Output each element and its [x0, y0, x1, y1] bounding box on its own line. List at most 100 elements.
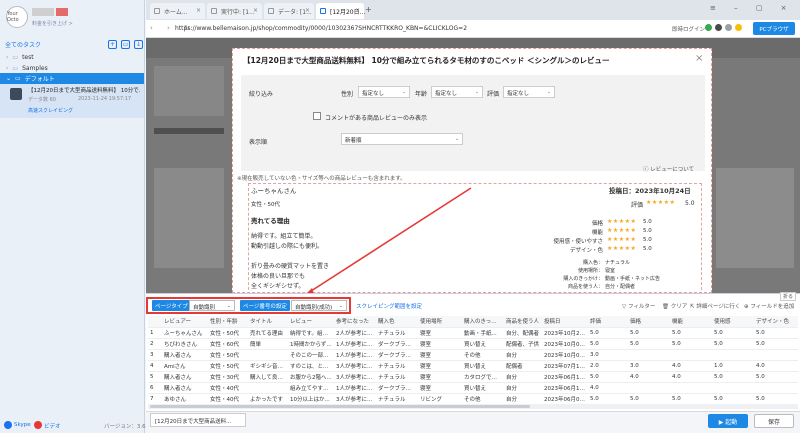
table-row[interactable]: 7あゆさん女性・40代よかったです10分以上はか...3人が参考になっ...ナチ…: [148, 393, 798, 405]
tab-label: ホーム...: [164, 9, 188, 16]
add-task-icon[interactable]: +: [108, 40, 117, 49]
clear-button[interactable]: 🗑 クリア: [662, 302, 687, 310]
instant-login-link[interactable]: 即時ログイン: [672, 25, 705, 33]
table-row[interactable]: 2ちびわきさん女性・60代簡単1時間かからず...1人が参考になっ...ダークブ…: [148, 338, 798, 350]
page-icon: [211, 8, 217, 14]
tree-item-default[interactable]: ⌄ ▭ デフォルト: [0, 73, 144, 84]
tree-item-label: デフォルト: [24, 76, 55, 83]
table-cell: 買い替え: [462, 382, 504, 394]
table-cell: 買い替え: [462, 360, 504, 372]
column-header[interactable]: [148, 316, 162, 328]
filter-button[interactable]: ▽ フィルター: [622, 302, 655, 310]
upgrade-link[interactable]: 料金を引き上げ >: [32, 20, 73, 27]
column-header[interactable]: 機能: [670, 316, 712, 328]
tree-item-test[interactable]: › ▭ test: [0, 52, 144, 63]
extension-green-icon[interactable]: [705, 24, 712, 31]
tab-home[interactable]: ホーム... ×: [150, 3, 205, 19]
detail-page-label: 詳細ページに行く: [696, 304, 741, 310]
table-row[interactable]: 4Amiさん女性・50代ギシギシ音が...すのこは、とて...3人が参考になっ.…: [148, 360, 798, 372]
table-row[interactable]: 6購入者さん女性・40代 組み立てやすく...1人が参考になっ...ダークブラウン…: [148, 382, 798, 394]
tree-item-label: test: [22, 54, 34, 61]
table-cell: 寝室: [418, 360, 462, 372]
extension-gray-icon[interactable]: [725, 24, 732, 31]
column-header[interactable]: 評価: [588, 316, 628, 328]
detail-page-button[interactable]: ⇱ 詳細ページに行く: [690, 302, 740, 310]
url-field[interactable]: https://www.bellemaison.jp/shop/commodit…: [175, 25, 467, 32]
column-header[interactable]: レビュアー: [162, 316, 208, 328]
close-icon[interactable]: ×: [305, 7, 310, 14]
column-header[interactable]: 使用感: [712, 316, 754, 328]
column-header[interactable]: 購入色: [376, 316, 418, 328]
table-cell: ギシギシ音が...: [248, 360, 288, 372]
extension-yellow-icon[interactable]: [735, 24, 742, 31]
start-button[interactable]: ▶ 起動: [708, 414, 748, 428]
filter-icon: ▽: [622, 304, 627, 310]
data-table: レビュアー 性別・年齢 タイトル レビュー 参考になった 購入色 使用場所 購入のきっかけ 商品…: [148, 316, 798, 405]
table-cell: 自分: [504, 393, 542, 405]
close-icon[interactable]: ×: [253, 7, 258, 14]
skype-icon[interactable]: [4, 421, 12, 429]
table-cell: その他: [462, 393, 504, 405]
table-row[interactable]: 3購入者さん女性・50代 そのこの一部に...1人が参考になっ...ダークブラウン…: [148, 349, 798, 361]
column-header[interactable]: 参考になった: [334, 316, 376, 328]
close-icon[interactable]: ×: [196, 7, 201, 14]
video-link[interactable]: ビデオ: [44, 422, 61, 430]
table-cell: 購入者さん: [162, 371, 208, 383]
column-header[interactable]: 性別・年齢: [208, 316, 248, 328]
table-cell: 4.0: [628, 371, 670, 383]
table-cell: 5.0: [712, 338, 754, 350]
tab-running[interactable]: 実行中: [1... ×: [207, 3, 262, 19]
tab-data[interactable]: データ: [1... ×: [264, 3, 314, 19]
window-controls[interactable]: ≡ – ▢ ×: [710, 4, 795, 12]
table-row[interactable]: 5購入者さん女性・30代購入して良かっ...お腹から2階へ...3人が参考になっ…: [148, 371, 798, 383]
add-field-button[interactable]: ⊕ フィールドを追加: [744, 302, 794, 310]
table-cell: 4.0: [754, 360, 798, 372]
close-icon[interactable]: ×: [355, 7, 360, 14]
plus-icon: ⊕: [744, 304, 749, 310]
table-cell: 配偶者、子供: [504, 338, 542, 350]
column-header[interactable]: 商品を使う人: [504, 316, 542, 328]
import-icon[interactable]: ↓: [134, 40, 143, 49]
new-tab-icon[interactable]: +: [365, 5, 372, 14]
tab-current-page[interactable]: [12月20日... ×: [316, 3, 365, 19]
table-cell: 5.0: [754, 338, 798, 350]
table-cell: 7: [148, 393, 162, 405]
avatar[interactable]: Your Octo: [6, 6, 28, 28]
column-header[interactable]: 使用場所: [418, 316, 462, 328]
pc-browser-button[interactable]: PCブラウザ: [753, 22, 795, 35]
task-tab[interactable]: [12月20日まで大型商品送料...: [150, 413, 246, 427]
save-button[interactable]: 保存: [754, 414, 794, 428]
table-cell: 2023年07月12...: [542, 360, 588, 372]
column-header[interactable]: デザイン・色: [754, 316, 798, 328]
column-header[interactable]: 投稿日: [542, 316, 588, 328]
fast-scraping-link[interactable]: 高速スクレイピング: [28, 107, 73, 114]
task-date: 2023-11-24 19:57:17: [78, 96, 132, 102]
annotation-highlight-box: [146, 297, 351, 314]
scroll-range-settings-link[interactable]: スクレイピング範囲を設定: [356, 302, 422, 310]
table-cell: 4.0: [588, 382, 628, 394]
table-cell: 女性・60代: [208, 338, 248, 350]
task-data-count-value: 60: [49, 97, 56, 103]
video-icon[interactable]: [34, 421, 42, 429]
table-cell: [628, 349, 670, 361]
tree-item-label: Samples: [22, 65, 48, 72]
table-cell: 自分、配偶者: [504, 327, 542, 339]
skype-link[interactable]: Skype: [14, 422, 31, 428]
table-cell: 4.0: [670, 371, 712, 383]
column-header[interactable]: 価格: [628, 316, 670, 328]
new-folder-icon[interactable]: ▭: [121, 40, 130, 49]
column-header[interactable]: タイトル: [248, 316, 288, 328]
table-cell: ナチュラル: [376, 360, 418, 372]
extension-dark-icon[interactable]: [715, 24, 722, 31]
table-cell: 5.0: [588, 371, 628, 383]
column-header[interactable]: レビュー: [288, 316, 334, 328]
annotation-arrow: [304, 187, 472, 296]
table-row[interactable]: 1ふーちゃんさん女性・50代売れてる理由納得です。組立...2人が参考になっ..…: [148, 327, 798, 339]
table-cell: 5.0: [628, 338, 670, 350]
table-cell: ダークブラウン: [376, 349, 418, 361]
fold-button[interactable]: 折る: [780, 292, 797, 301]
table-cell: 寝室: [418, 338, 462, 350]
table-cell: 5.0: [670, 338, 712, 350]
column-header[interactable]: 購入のきっかけ: [462, 316, 504, 328]
scrollbar-thumb[interactable]: [150, 405, 530, 408]
